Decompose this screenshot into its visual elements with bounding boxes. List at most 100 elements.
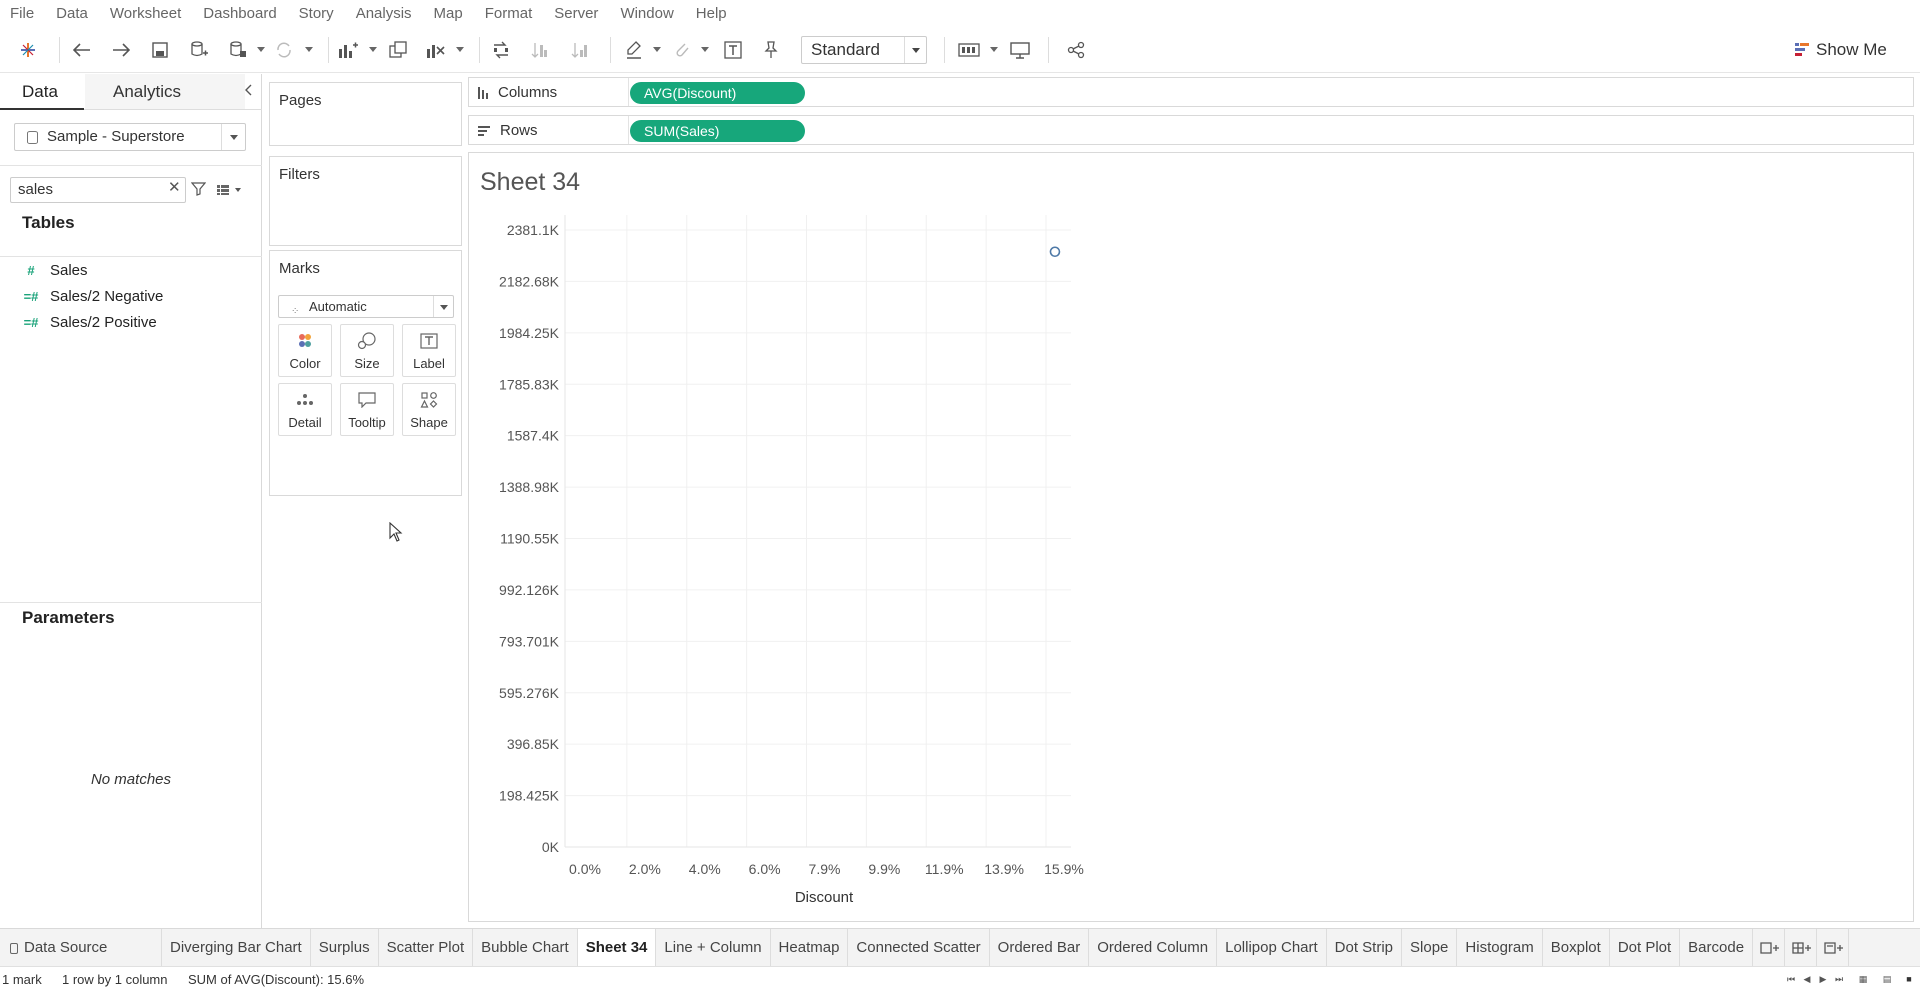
- sheet-sorter-icon[interactable]: ▦: [1857, 973, 1869, 985]
- sheet-tab[interactable]: Bubble Chart: [473, 929, 578, 966]
- group-members-icon[interactable]: [671, 39, 693, 61]
- highlight-icon[interactable]: [623, 39, 645, 61]
- first-sheet-icon[interactable]: ⏮: [1785, 973, 1797, 985]
- color-button[interactable]: Color: [278, 324, 332, 377]
- sheet-tab[interactable]: Slope: [1402, 929, 1458, 966]
- refresh-menu-caret[interactable]: [305, 47, 313, 55]
- clear-sheet-caret[interactable]: [456, 47, 464, 55]
- clear-sheet-icon[interactable]: [425, 39, 447, 61]
- view-options-icon[interactable]: [216, 183, 244, 195]
- show-cards-caret[interactable]: [990, 47, 998, 55]
- menu-format[interactable]: Format: [474, 0, 544, 27]
- filter-icon[interactable]: [190, 181, 207, 197]
- presentation-mode-icon[interactable]: [1009, 39, 1031, 61]
- tooltip-button[interactable]: Tooltip: [340, 383, 394, 436]
- field-item[interactable]: =# Sales/2 Positive: [22, 312, 157, 332]
- tab-data[interactable]: Data: [0, 74, 84, 110]
- new-worksheet-tab-icon[interactable]: [1753, 929, 1786, 966]
- new-datasource-icon[interactable]: [188, 39, 210, 61]
- redo-icon[interactable]: [110, 39, 132, 61]
- menu-map[interactable]: Map: [423, 0, 474, 27]
- sort-ascending-icon[interactable]: [529, 39, 551, 61]
- sheet-tab[interactable]: Dot Plot: [1610, 929, 1681, 966]
- tab-analytics[interactable]: Analytics: [85, 74, 245, 109]
- clear-search-icon[interactable]: ✕: [168, 178, 181, 196]
- refresh-icon[interactable]: [273, 39, 295, 61]
- field-search-input[interactable]: sales: [10, 177, 186, 203]
- sheet-tab[interactable]: Sheet 34: [577, 929, 657, 966]
- menu-analysis[interactable]: Analysis: [345, 0, 423, 27]
- sheet-tab[interactable]: Dot Strip: [1327, 929, 1403, 966]
- last-sheet-icon[interactable]: ⏭: [1833, 973, 1845, 985]
- share-icon[interactable]: [1065, 39, 1087, 61]
- highlight-caret[interactable]: [653, 47, 661, 55]
- size-button[interactable]: Size: [340, 324, 394, 377]
- fix-axes-icon[interactable]: [760, 39, 782, 61]
- tableau-logo-icon[interactable]: [17, 39, 39, 61]
- sheet-tab[interactable]: Histogram: [1457, 929, 1543, 966]
- menu-server[interactable]: Server: [543, 0, 609, 27]
- filmstrip-icon[interactable]: ▤: [1881, 973, 1893, 985]
- sheet-tab[interactable]: Connected Scatter: [848, 929, 990, 966]
- sheet-tab[interactable]: Boxplot: [1543, 929, 1610, 966]
- sheet-tab[interactable]: Ordered Column: [1089, 929, 1218, 966]
- detail-button[interactable]: Detail: [278, 383, 332, 436]
- mark-type-select[interactable]: ⁘ Automatic: [278, 295, 454, 318]
- status-bar: 1 mark 1 row by 1 column SUM of AVG(Disc…: [0, 966, 1920, 991]
- show-labels-icon[interactable]: [722, 39, 744, 61]
- new-dashboard-tab-icon[interactable]: [1785, 929, 1818, 966]
- sort-descending-icon[interactable]: [569, 39, 591, 61]
- save-icon[interactable]: [149, 39, 171, 61]
- menu-help[interactable]: Help: [685, 0, 738, 27]
- field-search-value: sales: [18, 181, 54, 198]
- menu-worksheet[interactable]: Worksheet: [99, 0, 192, 27]
- next-sheet-icon[interactable]: ▶: [1817, 973, 1829, 985]
- marks-card: Marks ⁘ Automatic Color Size Label Detai…: [269, 250, 462, 496]
- fit-select[interactable]: Standard: [801, 36, 927, 64]
- menu-data[interactable]: Data: [45, 0, 99, 27]
- menu-dashboard[interactable]: Dashboard: [192, 0, 287, 27]
- sheet-tab[interactable]: Heatmap: [771, 929, 849, 966]
- rows-pill[interactable]: SUM(Sales): [630, 120, 805, 142]
- sheet-tab[interactable]: Line + Column: [656, 929, 771, 966]
- rows-shelf[interactable]: Rows SUM(Sales): [468, 115, 1914, 145]
- sheet-tab[interactable]: Lollipop Chart: [1217, 929, 1327, 966]
- sheet-tab[interactable]: Scatter Plot: [379, 929, 474, 966]
- fit-select-value: Standard: [811, 40, 880, 59]
- swap-rows-columns-icon[interactable]: [490, 39, 512, 61]
- duplicate-sheet-icon[interactable]: [387, 39, 409, 61]
- pages-shelf[interactable]: Pages: [269, 82, 462, 146]
- pause-updates-icon[interactable]: [227, 39, 249, 61]
- collapse-pane-icon[interactable]: [244, 84, 258, 98]
- filters-shelf[interactable]: Filters: [269, 156, 462, 246]
- field-item[interactable]: # Sales: [22, 260, 87, 280]
- show-me-button[interactable]: Show Me: [1795, 38, 1887, 62]
- menu-story[interactable]: Story: [288, 0, 345, 27]
- sheet-tab[interactable]: Surplus: [311, 929, 379, 966]
- label-button[interactable]: Label: [402, 324, 456, 377]
- prev-sheet-icon[interactable]: ◀: [1801, 973, 1813, 985]
- shape-button[interactable]: Shape: [402, 383, 456, 436]
- parameters-heading: Parameters: [22, 608, 115, 627]
- datasource-menu-caret[interactable]: [257, 47, 265, 55]
- undo-icon[interactable]: [71, 39, 93, 61]
- columns-shelf[interactable]: Columns AVG(Discount): [468, 77, 1914, 107]
- data-source-tab[interactable]: Data Source: [0, 929, 162, 966]
- new-worksheet-icon[interactable]: [337, 39, 359, 61]
- tabs-view-icon[interactable]: ■: [1903, 973, 1915, 985]
- new-worksheet-caret[interactable]: [369, 47, 377, 55]
- sheet-tab[interactable]: Barcode: [1680, 929, 1754, 966]
- field-item[interactable]: =# Sales/2 Negative: [22, 286, 164, 306]
- group-caret[interactable]: [701, 47, 709, 55]
- columns-pill[interactable]: AVG(Discount): [630, 82, 805, 104]
- new-story-tab-icon[interactable]: [1817, 929, 1850, 966]
- show-cards-icon[interactable]: [958, 39, 980, 61]
- menu-file[interactable]: File: [8, 0, 45, 27]
- scatter-chart[interactable]: 0K 198.425K 396.85K 595.276K 793.701K 992.126…: [469, 153, 1913, 921]
- tooltip-icon: [341, 391, 393, 409]
- rows-shelf-label: Rows: [478, 122, 538, 139]
- datasource-select[interactable]: Sample - Superstore: [14, 123, 246, 151]
- sheet-tab[interactable]: Ordered Bar: [990, 929, 1090, 966]
- menu-window[interactable]: Window: [609, 0, 684, 27]
- sheet-tab[interactable]: Diverging Bar Chart: [162, 929, 311, 966]
